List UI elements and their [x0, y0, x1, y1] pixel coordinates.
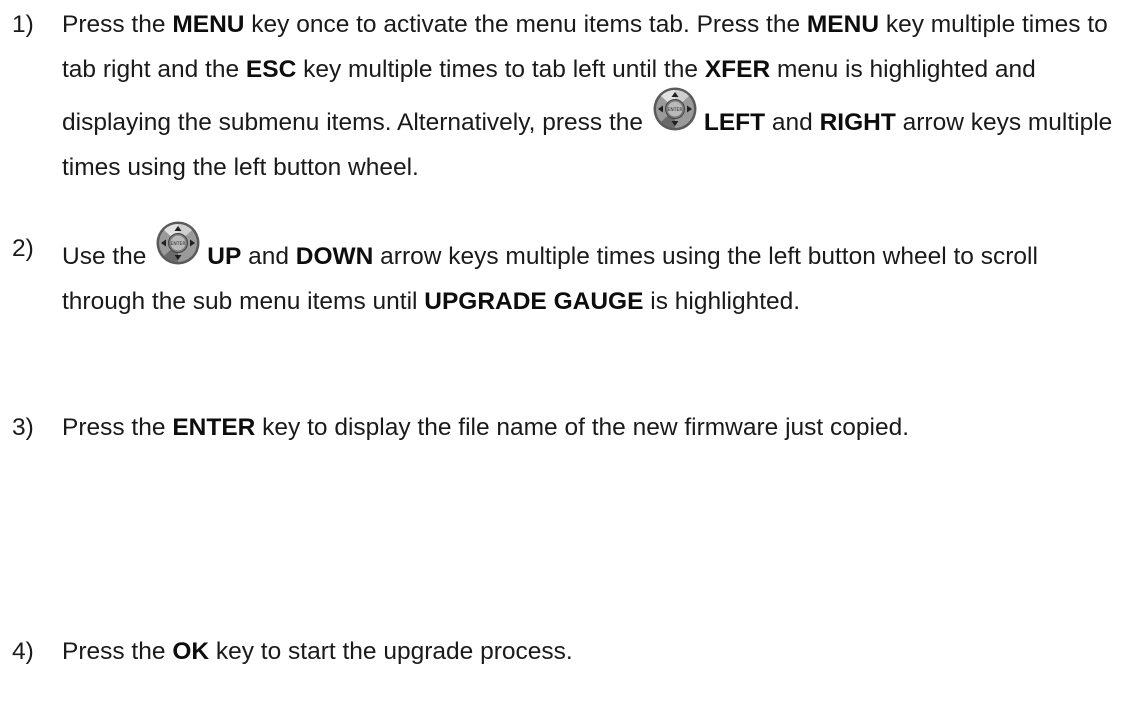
key-name: MENU	[172, 11, 245, 38]
text-run: key multiple times to tab left until the	[296, 56, 705, 83]
key-name: OK	[172, 638, 210, 665]
step-number: 1)	[12, 11, 34, 38]
text-run: Press the	[62, 11, 173, 38]
step-text: Press the ENTER key to display the file …	[62, 405, 1127, 450]
text-run: and	[765, 109, 820, 136]
enter-label: ENTER	[171, 241, 186, 247]
text-run: key once to activate the menu items tab.…	[244, 11, 807, 38]
step-1: 1) Press the MENU key once to activate t…	[12, 2, 1127, 190]
dpad-enter-icon: ENTER	[652, 86, 698, 132]
instruction-document: 1) Press the MENU key once to activate t…	[0, 0, 1136, 702]
key-name: LEFT	[703, 109, 766, 136]
step-number: 4)	[12, 638, 34, 665]
text-run: Press the	[62, 638, 173, 665]
menu-name: XFER	[704, 56, 771, 83]
text-run: is highlighted.	[643, 288, 801, 315]
step-text: Press the MENU key once to activate the …	[62, 2, 1127, 190]
step-text: Use the ENTER UP and DOWN arrow keys mul…	[62, 221, 1127, 324]
key-name: MENU	[806, 11, 880, 38]
enter-label: ENTER	[667, 107, 682, 113]
menu-item-name: UPGRADE GAUGE	[424, 288, 644, 315]
text-run: and	[241, 243, 296, 270]
text-run: Use the	[62, 243, 154, 270]
key-name: RIGHT	[819, 109, 896, 136]
step-number: 3)	[12, 414, 34, 441]
text-run: key to display the file name of the new …	[255, 414, 910, 441]
key-name: UP	[207, 243, 242, 270]
key-name: ENTER	[172, 414, 256, 441]
text-run: Press the	[62, 414, 173, 441]
key-name: DOWN	[295, 243, 374, 270]
key-name: ESC	[245, 56, 297, 83]
step-2: 2) Use the ENTER UP and DOWN arrow keys …	[12, 221, 1127, 324]
dpad-enter-icon: ENTER	[155, 220, 201, 266]
text-run: key to start the upgrade process.	[209, 638, 573, 665]
step-number: 2)	[12, 235, 34, 262]
step-3: 3) Press the ENTER key to display the fi…	[12, 405, 1127, 450]
step-text: Press the OK key to start the upgrade pr…	[62, 629, 1127, 674]
step-4: 4) Press the OK key to start the upgrade…	[12, 629, 1127, 674]
